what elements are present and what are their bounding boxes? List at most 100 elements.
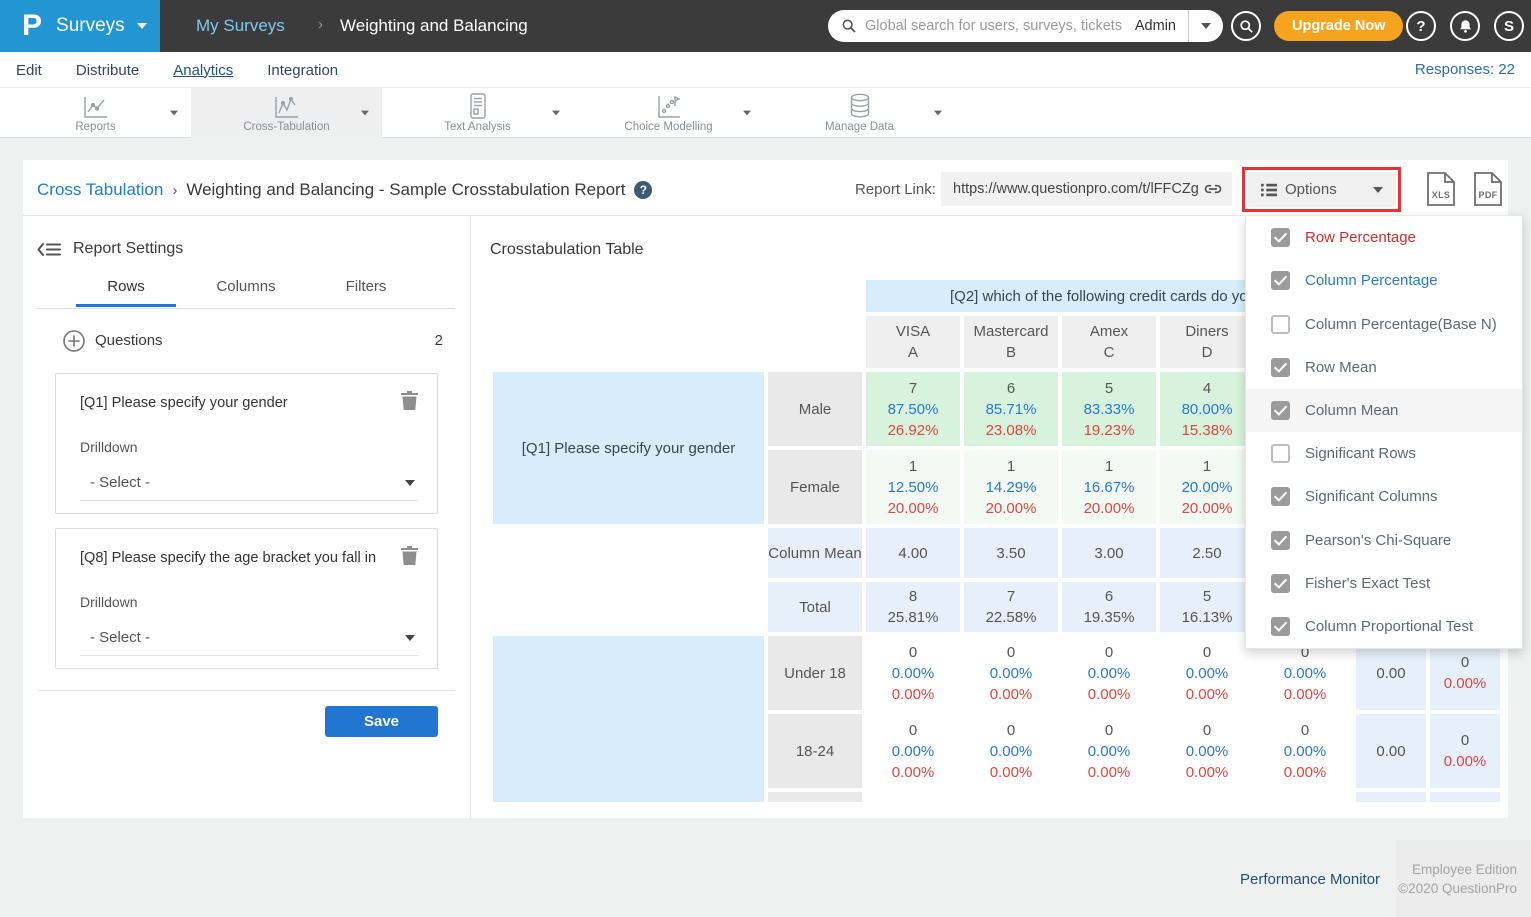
option-fisher-s-exact-test[interactable]: Fisher's Exact Test: [1246, 562, 1522, 605]
report-url-input[interactable]: [953, 181, 1203, 197]
cell-value: C: [1104, 342, 1115, 363]
option-column-proportional-test[interactable]: Column Proportional Test: [1246, 605, 1522, 648]
cell-value: Amex: [1090, 321, 1128, 342]
option-label: Column Mean: [1305, 402, 1398, 419]
toolbar-text-analysis[interactable]: Text Analysis: [382, 88, 573, 138]
option-column-mean[interactable]: Column Mean: [1246, 389, 1522, 432]
chevron-down-icon[interactable]: [361, 111, 369, 116]
checkbox-checked-icon[interactable]: [1271, 531, 1290, 550]
search-input[interactable]: [865, 18, 1135, 34]
tab-columns[interactable]: Columns: [186, 278, 306, 307]
performance-monitor-link[interactable]: Performance Monitor: [1240, 871, 1380, 888]
chevron-down-icon[interactable]: [170, 111, 178, 116]
cell-value: 5: [1105, 378, 1113, 399]
cell-value: D: [1202, 342, 1213, 363]
nav-tab-integration[interactable]: Integration: [267, 62, 338, 79]
breadcrumb-current-survey: Weighting and Balancing: [340, 16, 528, 36]
data-cell: 116.67%20.00%: [1062, 450, 1156, 524]
chevron-down-icon[interactable]: [743, 111, 751, 116]
chevron-down-icon[interactable]: [552, 111, 560, 116]
data-cell: 00.00%0.00%: [1062, 714, 1156, 788]
nav-tab-distribute[interactable]: Distribute: [76, 62, 139, 79]
delete-question-icon[interactable]: [401, 391, 418, 415]
option-label: Significant Columns: [1305, 488, 1438, 505]
questions-count: 2: [435, 332, 443, 349]
checkbox-checked-icon[interactable]: [1271, 271, 1290, 290]
cross-tabulation-link[interactable]: Cross Tabulation: [37, 180, 163, 200]
option-column-percentage[interactable]: Column Percentage: [1246, 259, 1522, 302]
cell-value: 0.00%: [1186, 741, 1229, 762]
tab-filters[interactable]: Filters: [306, 278, 426, 307]
nav-tab-analytics[interactable]: Analytics: [173, 62, 233, 79]
account-avatar[interactable]: S: [1494, 11, 1524, 41]
option-pearson-s-chi-square[interactable]: Pearson's Chi-Square: [1246, 518, 1522, 561]
data-cell: 112.50%20.00%: [866, 450, 960, 524]
cell-value: 3.00: [1094, 543, 1123, 564]
options-button[interactable]: Options: [1247, 172, 1396, 207]
pdf-label: PDF: [1472, 190, 1504, 200]
delete-question-icon[interactable]: [401, 546, 418, 570]
cell-value: 0.00%: [1088, 741, 1131, 762]
drilldown-select[interactable]: - Select -: [80, 624, 419, 656]
export-xls-button[interactable]: XLS: [1425, 172, 1457, 206]
chevron-down-icon: [1373, 187, 1383, 193]
option-significant-rows[interactable]: Significant Rows: [1246, 432, 1522, 475]
cell-value: 6: [1007, 378, 1015, 399]
checkbox-checked-icon[interactable]: [1271, 487, 1290, 506]
data-cell: 583.33%19.23%: [1062, 372, 1156, 446]
cell-value: 4.00: [898, 543, 927, 564]
cell-value: 7: [909, 378, 917, 399]
question-card-title: [Q8] Please specify the age bracket you …: [80, 550, 376, 566]
toolbar-label: Reports: [75, 121, 115, 133]
nav-tab-edit[interactable]: Edit: [16, 62, 42, 79]
product-switcher[interactable]: P Surveys: [0, 0, 160, 52]
data-cell: 00.00%: [1430, 714, 1500, 788]
search-scope-caret[interactable]: [1189, 10, 1223, 42]
chevron-down-icon: [405, 635, 415, 641]
option-row-percentage[interactable]: Row Percentage: [1246, 216, 1522, 259]
upgrade-now-button[interactable]: Upgrade Now: [1274, 11, 1403, 41]
search-scope-dropdown[interactable]: Admin: [1135, 18, 1176, 34]
cell-value: 0.00%: [1088, 684, 1131, 705]
toolbar-reports[interactable]: Reports: [0, 88, 191, 138]
toolbar-manage-data[interactable]: Manage Data: [764, 88, 955, 138]
checkbox-checked-icon[interactable]: [1271, 574, 1290, 593]
database-icon: [848, 93, 872, 119]
checkbox-checked-icon[interactable]: [1271, 617, 1290, 636]
report-link-field: [941, 172, 1232, 206]
cell-value: 0.00%: [1284, 663, 1327, 684]
cell-value: 23.08%: [986, 420, 1037, 441]
checkbox-checked-icon[interactable]: [1271, 401, 1290, 420]
search-submit-button[interactable]: [1231, 11, 1261, 41]
cell-value: 0: [1105, 642, 1113, 663]
drilldown-select-value: - Select -: [90, 629, 150, 646]
tab-rows[interactable]: Rows: [66, 278, 186, 307]
breadcrumb-my-surveys[interactable]: My Surveys: [196, 16, 285, 36]
question-card: [Q1] Please specify your genderDrilldown…: [55, 373, 438, 514]
help-button[interactable]: ?: [1406, 11, 1436, 41]
chevron-down-icon[interactable]: [934, 111, 942, 116]
data-cell: 516.13%: [1160, 582, 1254, 632]
option-significant-columns[interactable]: Significant Columns: [1246, 475, 1522, 518]
checkbox-unchecked-icon[interactable]: [1271, 315, 1290, 334]
toolbar-choice-modelling[interactable]: Choice Modelling: [573, 88, 764, 138]
report-settings-header[interactable]: Report Settings: [37, 240, 183, 258]
export-pdf-button[interactable]: PDF: [1472, 172, 1504, 206]
option-column-percentage-base-n-[interactable]: Column Percentage(Base N): [1246, 302, 1522, 345]
checkbox-unchecked-icon[interactable]: [1271, 444, 1290, 463]
save-button[interactable]: Save: [325, 706, 438, 737]
notifications-button[interactable]: [1450, 11, 1480, 41]
help-icon[interactable]: ?: [634, 181, 652, 199]
drilldown-select[interactable]: - Select -: [80, 469, 419, 501]
report-title: Weighting and Balancing - Sample Crossta…: [186, 180, 625, 200]
checkbox-checked-icon[interactable]: [1271, 228, 1290, 247]
add-question-icon[interactable]: [63, 330, 85, 352]
cell-value: 20.00%: [1182, 498, 1233, 519]
checkbox-checked-icon[interactable]: [1271, 358, 1290, 377]
row-label: 18-24: [768, 714, 862, 788]
option-row-mean[interactable]: Row Mean: [1246, 346, 1522, 389]
cell-value: 20.00%: [1084, 498, 1135, 519]
toolbar-cross-tabulation[interactable]: Cross-Tabulation: [191, 88, 382, 138]
report-settings-title: Report Settings: [73, 240, 183, 258]
link-icon[interactable]: [1203, 179, 1223, 199]
